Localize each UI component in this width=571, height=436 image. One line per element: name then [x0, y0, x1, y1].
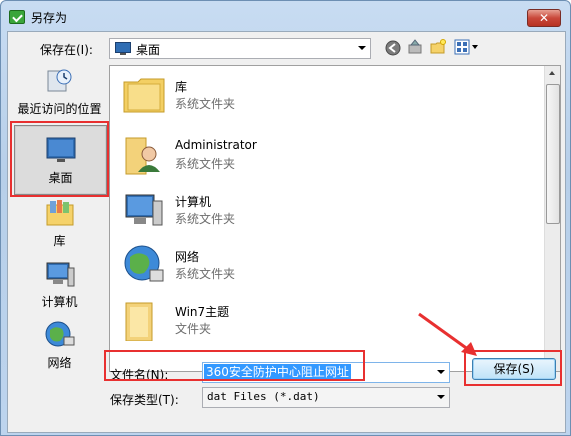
filetype-combo[interactable]: dat Files (*.dat) [202, 387, 450, 408]
network-icon [45, 321, 74, 347]
filetype-label: 保存类型(T): [110, 393, 179, 407]
scrollbar-thumb[interactable] [546, 84, 560, 224]
close-button[interactable]: ✕ [527, 9, 561, 27]
list-item[interactable]: 库 系统文件夹 [118, 68, 498, 122]
desktop-small-icon [115, 42, 131, 55]
new-folder-icon[interactable] [430, 39, 446, 55]
up-folder-icon[interactable] [407, 39, 423, 55]
file-type: 系统文件夹 [175, 267, 236, 281]
save-in-combo[interactable]: 桌面 [109, 38, 371, 59]
file-type: 系统文件夹 [175, 157, 236, 171]
file-name: Administrator [175, 138, 257, 152]
window-title: 另存为 [31, 11, 68, 25]
save-in-value: 桌面 [136, 43, 161, 57]
save-as-dialog: 另存为 ✕ 保存在(I): 桌面 最近访问的位置 桌面 库 计算机 网络 库 系… [0, 0, 571, 436]
file-type: 系统文件夹 [175, 97, 236, 111]
filetype-value: dat Files (*.dat) [207, 390, 320, 403]
place-label-libraries: 库 [53, 234, 66, 248]
chevron-down-icon[interactable] [437, 370, 445, 374]
annotation-arrow [418, 312, 477, 356]
computer-icon [46, 262, 74, 287]
dialog-body: 保存在(I): 桌面 最近访问的位置 桌面 库 计算机 网络 库 系统文件夹 A… [7, 31, 566, 433]
scroll-up-button[interactable] [545, 66, 560, 81]
place-recent[interactable]: 最近访问的位置 [12, 65, 107, 117]
chevron-down-icon[interactable] [437, 395, 445, 399]
computer-icon [125, 194, 163, 226]
folder-icon [125, 302, 153, 341]
user-folder-icon [125, 137, 160, 175]
save-in-label: 保存在(I): [40, 43, 93, 57]
annotation-highlight-filename [104, 350, 365, 381]
file-type: 系统文件夹 [175, 212, 236, 226]
back-icon[interactable] [385, 40, 401, 56]
place-network[interactable]: 网络 [12, 319, 107, 370]
view-menu-icon[interactable] [454, 39, 480, 55]
recent-places-icon [47, 69, 71, 92]
file-name: Win7主题 [175, 305, 230, 319]
file-name: 网络 [175, 250, 200, 264]
list-item[interactable]: 网络 系统文件夹 [118, 238, 498, 292]
file-name: 计算机 [175, 195, 212, 209]
place-libraries[interactable]: 库 [12, 197, 107, 248]
network-globe-icon [124, 245, 164, 282]
file-list[interactable]: 库 系统文件夹 Administrator 系统文件夹 计算机 系统文件夹 网络… [109, 65, 561, 372]
place-label-network: 网络 [47, 356, 72, 370]
vertical-scrollbar[interactable] [544, 66, 560, 371]
place-computer[interactable]: 计算机 [12, 258, 107, 309]
app-icon [9, 10, 25, 24]
chevron-down-icon[interactable] [358, 46, 366, 50]
places-bar: 最近访问的位置 桌面 库 计算机 网络 [12, 65, 107, 370]
title-bar[interactable]: 另存为 ✕ [1, 1, 570, 31]
annotation-highlight-places [10, 121, 109, 197]
list-item[interactable]: 计算机 系统文件夹 [118, 183, 498, 237]
place-label-computer: 计算机 [41, 295, 78, 309]
file-type: 文件夹 [175, 322, 212, 336]
libraries-icon [46, 200, 73, 226]
arrow-up-icon [549, 71, 555, 75]
libraries-folder-icon [123, 78, 165, 113]
list-item[interactable]: Administrator 系统文件夹 [118, 128, 498, 182]
place-label-recent: 最近访问的位置 [17, 102, 102, 116]
file-name: 库 [175, 80, 188, 94]
